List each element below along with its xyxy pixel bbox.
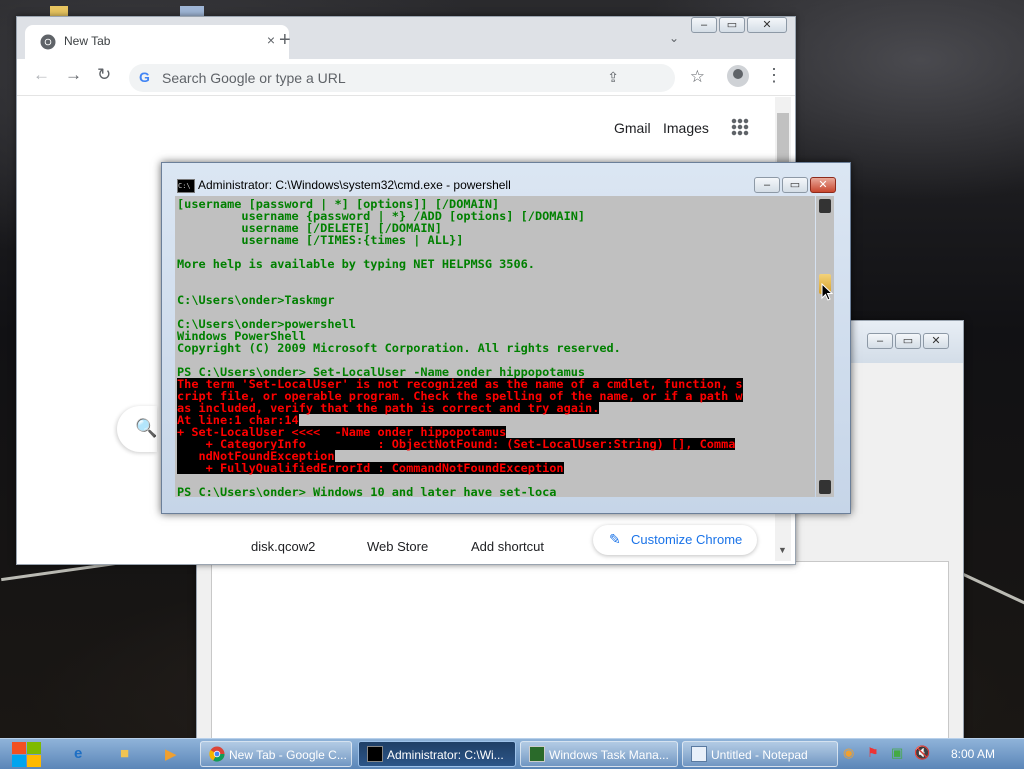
action-center-flag-icon[interactable]: ⚑	[867, 745, 879, 761]
omnibox-placeholder: Search Google or type a URL	[162, 70, 346, 86]
minimize-button[interactable]: –	[754, 177, 780, 193]
media-player-icon[interactable]: ▶	[165, 745, 177, 763]
close-button[interactable]: ✕	[923, 333, 949, 349]
omnibox[interactable]: G Search Google or type a URL ⇪ ☆	[129, 64, 705, 92]
taskbar-item-label: New Tab - Google C...	[229, 748, 347, 762]
shortcut-tile[interactable]: Web Store	[367, 539, 428, 554]
console-line: More help is available by typing NET HEL…	[177, 257, 535, 271]
maximize-button[interactable]: ▭	[895, 333, 921, 349]
bookmark-star-icon[interactable]: ☆	[690, 67, 705, 87]
tab-close-icon[interactable]: ×	[267, 32, 275, 48]
reload-icon[interactable]: ↻	[97, 65, 111, 85]
shortcut-tile[interactable]: disk.qcow2	[251, 539, 315, 554]
task-manager-icon	[529, 746, 545, 762]
tab-title: New Tab	[64, 34, 111, 48]
tab-strip: New Tab × + ⌄ – ▭ ✕	[17, 17, 795, 59]
minimize-button[interactable]: –	[691, 17, 717, 33]
share-icon[interactable]: ⇪	[607, 69, 619, 86]
mouse-cursor-icon	[821, 283, 833, 301]
taskbar-item-task-manager[interactable]: Windows Task Mana...	[520, 741, 678, 767]
console-line: PS C:\Users\onder> Windows 10 and later …	[177, 485, 557, 497]
pencil-icon: ✎	[609, 531, 621, 547]
google-g-icon: G	[139, 69, 150, 85]
console-scrollbar[interactable]	[816, 196, 834, 497]
search-box[interactable]: 🔍	[117, 406, 157, 452]
cmd-title: Administrator: C:\Windows\system32\cmd.e…	[198, 178, 511, 192]
internet-explorer-icon[interactable]: e	[74, 745, 82, 762]
taskbar-item-label: Untitled - Notepad	[711, 748, 808, 762]
tray-app-icon[interactable]: ◉	[843, 745, 854, 761]
notepad-icon	[691, 746, 707, 762]
taskbar-item-label: Windows Task Mana...	[549, 748, 669, 762]
start-button[interactable]	[8, 741, 44, 769]
taskbar-item-cmd[interactable]: Administrator: C:\Wi...	[358, 741, 516, 767]
gmail-link[interactable]: Gmail	[614, 120, 651, 136]
search-icon: 🔍	[135, 418, 158, 438]
chrome-icon	[209, 746, 225, 762]
tab-new-tab[interactable]: New Tab ×	[25, 25, 289, 59]
tab-search-chevron-icon[interactable]: ⌄	[669, 31, 679, 45]
chrome-icon	[40, 34, 56, 50]
volume-muted-icon[interactable]: 🔇	[914, 745, 930, 761]
cmd-window: C:\ Administrator: C:\Windows\system32\c…	[161, 162, 851, 514]
back-arrow-icon[interactable]: ←	[33, 65, 50, 85]
maximize-button[interactable]: ▭	[782, 177, 808, 193]
menu-kebab-icon[interactable]: ⋮	[765, 65, 783, 86]
close-button[interactable]: ✕	[810, 177, 836, 193]
clock[interactable]: 8:00 AM	[951, 747, 995, 761]
taskbar-item-notepad[interactable]: Untitled - Notepad	[682, 741, 838, 767]
taskbar: e ■ ▶ New Tab - Google C... Administrato…	[0, 738, 1024, 769]
minimize-button[interactable]: –	[867, 333, 893, 349]
notepad-edit-area[interactable]	[211, 561, 949, 741]
console-line: Copyright (C) 2009 Microsoft Corporation…	[177, 341, 621, 355]
console-line: username [/TIMES:{times | ALL}]	[177, 233, 464, 247]
scroll-down-arrow-icon[interactable]: ▼	[778, 545, 787, 555]
maximize-button[interactable]: ▭	[719, 17, 745, 33]
cmd-icon[interactable]: C:\	[177, 179, 195, 193]
profile-avatar-icon[interactable]	[727, 65, 749, 87]
taskbar-item-chrome[interactable]: New Tab - Google C...	[200, 741, 352, 767]
customize-chrome-button[interactable]: ✎ Customize Chrome	[593, 525, 757, 555]
scroll-down-arrow-icon[interactable]	[819, 480, 831, 494]
scroll-up-arrow-icon[interactable]	[819, 199, 831, 213]
chrome-toolbar: ← → ↻ G Search Google or type a URL ⇪ ☆ …	[17, 59, 795, 96]
customize-chrome-label: Customize Chrome	[631, 532, 743, 547]
console-line: C:\Users\onder>Taskmgr	[177, 293, 335, 307]
file-explorer-icon[interactable]: ■	[120, 745, 129, 762]
network-icon[interactable]: ▣	[891, 745, 903, 761]
close-button[interactable]: ✕	[747, 17, 787, 33]
taskbar-item-label: Administrator: C:\Wi...	[387, 748, 504, 762]
cmd-icon	[367, 746, 383, 762]
add-shortcut-tile[interactable]: Add shortcut	[471, 539, 544, 554]
new-tab-button[interactable]: +	[279, 29, 291, 52]
forward-arrow-icon[interactable]: →	[65, 65, 82, 85]
images-link[interactable]: Images	[663, 120, 709, 136]
console-output[interactable]: [username [password | *] [options]] [/DO…	[175, 196, 815, 497]
console-line: + FullyQualifiedErrorId : CommandNotFoun…	[177, 461, 564, 475]
google-apps-icon[interactable]	[731, 118, 749, 136]
